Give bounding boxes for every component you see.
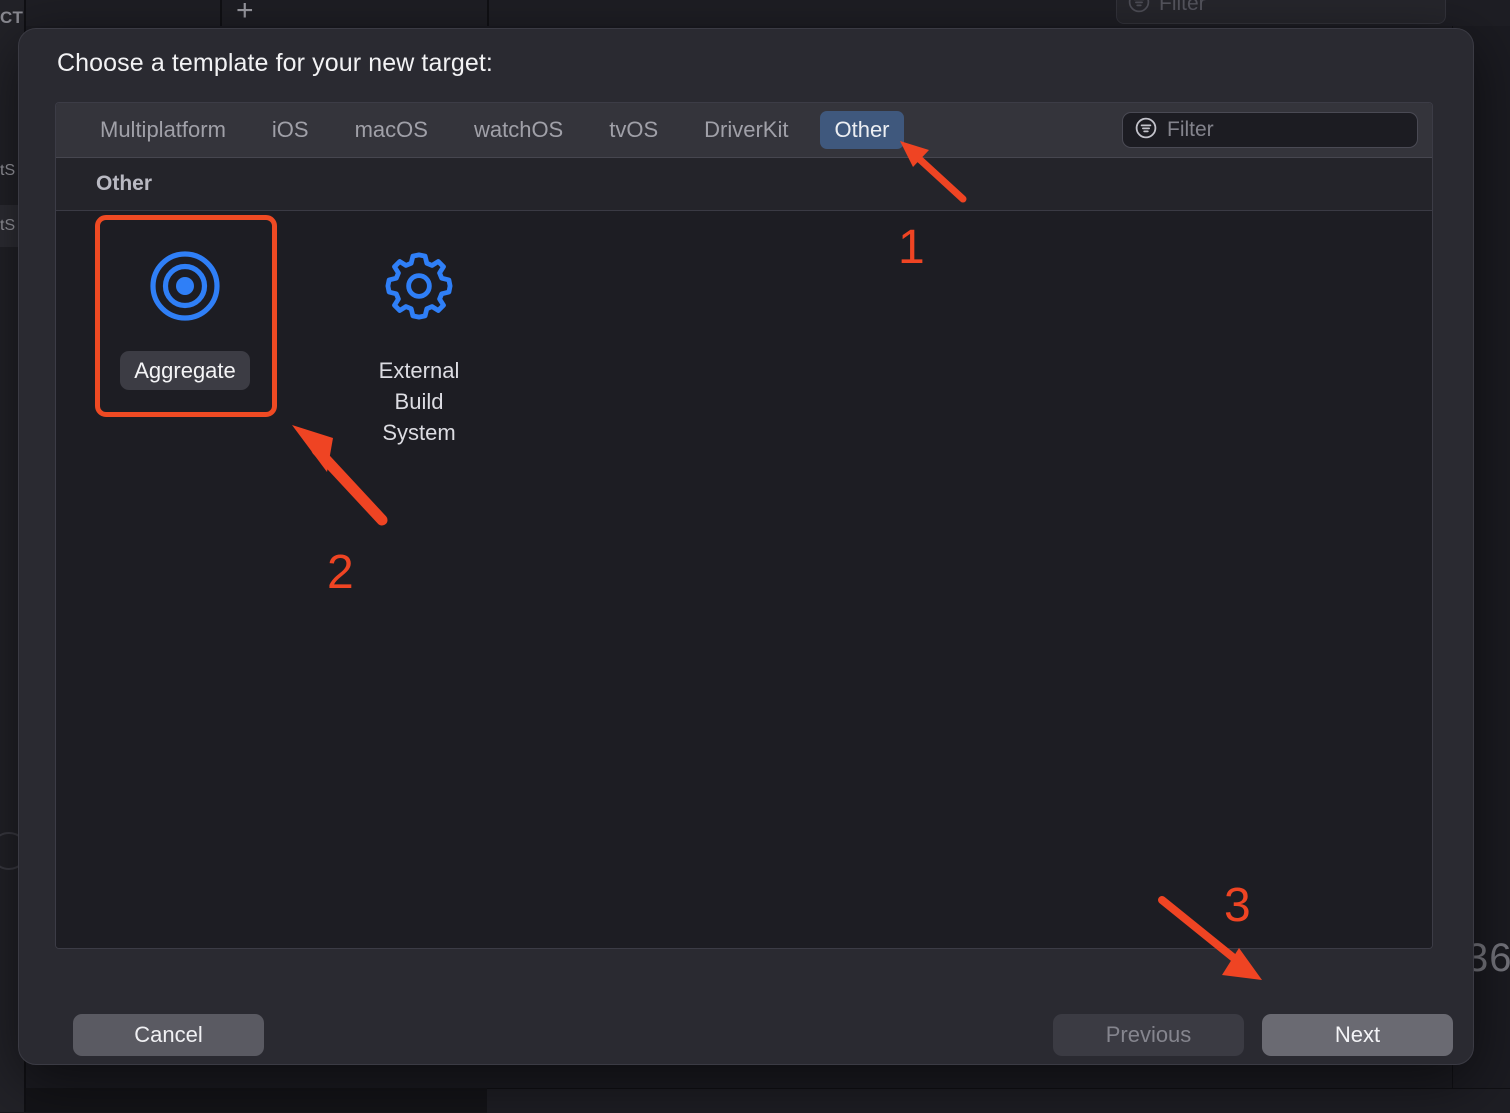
filter-lines-circle-icon [1134, 116, 1158, 145]
tab-driverkit[interactable]: DriverKit [690, 111, 802, 149]
template-aggregate[interactable]: Aggregate [110, 233, 260, 948]
background-sidebar-row-2-label: tS [0, 217, 16, 234]
new-target-template-dialog: Choose a template for your new target: M… [18, 28, 1474, 1065]
background-add-button[interactable]: + [236, 0, 254, 26]
tab-macos[interactable]: macOS [341, 111, 442, 149]
platform-tab-bar: Multiplatform iOS macOS watchOS tvOS Dri… [56, 103, 1432, 158]
tab-multiplatform[interactable]: Multiplatform [86, 111, 240, 149]
background-lower-left-panel [26, 1088, 487, 1112]
template-aggregate-label: Aggregate [120, 351, 250, 390]
background-sidebar-section-label: CT [0, 8, 24, 27]
background-filter-placeholder: Filter [1159, 0, 1206, 15]
template-external-build-system-label: External Build System [378, 358, 460, 445]
filter-lines-circle-icon [1127, 0, 1151, 19]
template-external-build-system[interactable]: External Build System [344, 233, 494, 948]
bullseye-target-icon [132, 233, 238, 339]
background-lower-panel [487, 1088, 1510, 1113]
template-browser: Multiplatform iOS macOS watchOS tvOS Dri… [55, 102, 1433, 949]
cancel-button[interactable]: Cancel [73, 1014, 264, 1056]
background-sidebar-row-1-label: tS [0, 162, 16, 179]
tab-other[interactable]: Other [820, 111, 904, 149]
template-grid: Aggregate External Build System [56, 211, 1432, 948]
previous-button[interactable]: Previous [1053, 1014, 1244, 1056]
gear-icon [366, 233, 472, 339]
background-filter-field[interactable]: Filter [1116, 0, 1446, 24]
tab-tvos[interactable]: tvOS [595, 111, 672, 149]
background-toolbar-divider-left [220, 0, 222, 26]
template-filter-field[interactable]: Filter [1122, 112, 1418, 148]
tab-watchos[interactable]: watchOS [460, 111, 577, 149]
background-toolbar-divider-right [487, 0, 489, 26]
template-section-header: Other [56, 158, 1432, 211]
template-filter-placeholder: Filter [1167, 118, 1214, 141]
tab-ios[interactable]: iOS [258, 111, 323, 149]
dialog-title: Choose a template for your new target: [57, 49, 493, 77]
next-button[interactable]: Next [1262, 1014, 1453, 1056]
